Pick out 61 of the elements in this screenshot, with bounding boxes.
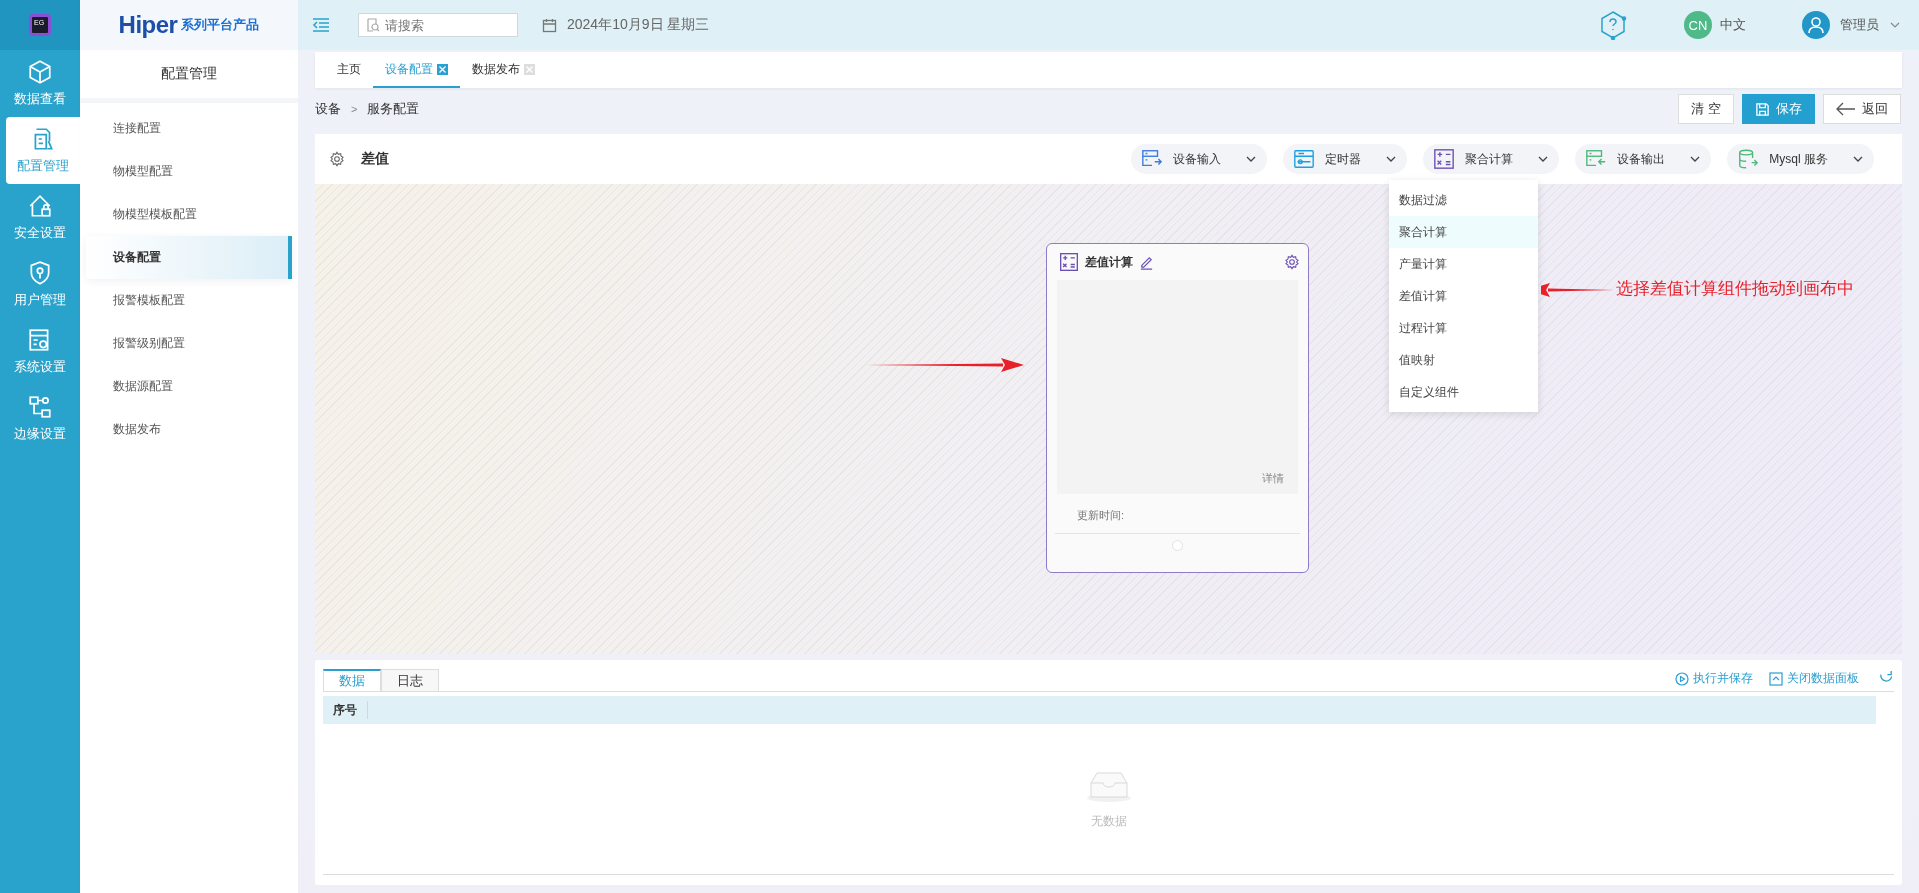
menu-item[interactable]: 过程计算 xyxy=(1389,312,1538,344)
menu-item[interactable]: 值映射 xyxy=(1389,344,1538,376)
menu-item[interactable]: 差值计算 xyxy=(1389,280,1538,312)
component-dropdown[interactable]: 设备输入 xyxy=(1131,144,1268,174)
shield-key-icon xyxy=(27,260,53,286)
house-lock-icon xyxy=(27,193,53,219)
collapse-box-icon xyxy=(1769,671,1783,686)
breadcrumb-item[interactable]: 设备 xyxy=(315,100,341,118)
port-handle[interactable] xyxy=(1172,540,1183,551)
menu-item[interactable]: 产量计算 xyxy=(1389,248,1538,280)
date-text: 2024年10月9日 星期三 xyxy=(567,16,710,34)
database-icon xyxy=(1737,148,1760,170)
breadcrumb-item: 服务配置 xyxy=(367,100,420,118)
component-dropdown[interactable]: 聚合计算 xyxy=(1423,144,1560,174)
menu-item[interactable]: 数据过滤 xyxy=(1389,184,1538,216)
cube-icon xyxy=(27,59,53,85)
menu-item[interactable]: 自定义组件 xyxy=(1389,376,1538,408)
brand-name: Hiper xyxy=(118,11,178,39)
sidebar-item[interactable]: 报警级别配置 xyxy=(86,322,292,365)
component-dropdown[interactable]: 设备输出 xyxy=(1575,144,1712,174)
close-icon[interactable] xyxy=(437,63,448,75)
details-link[interactable]: 详情 xyxy=(1262,471,1284,486)
clear-button[interactable]: 清 空 xyxy=(1678,94,1734,124)
edit-icon[interactable] xyxy=(1139,254,1154,270)
search-field[interactable]: 请搜索 xyxy=(358,13,518,37)
component-dropdown[interactable]: 定时器 xyxy=(1283,144,1408,174)
flow-title: 差值 xyxy=(361,150,389,168)
component-dropdown[interactable]: Mysql 服务 xyxy=(1727,144,1874,174)
page-tab[interactable]: 主页 xyxy=(325,52,373,88)
back-button[interactable]: 返回 xyxy=(1823,94,1901,124)
play-circle-icon xyxy=(1675,671,1689,686)
sidebar-item[interactable]: 数据源配置 xyxy=(86,365,292,408)
column-header: 序号 xyxy=(323,701,368,719)
annotation-text: 选择差值计算组件拖动到画布中 xyxy=(1616,278,1854,300)
user-menu[interactable]: 管理员 xyxy=(1802,11,1901,39)
calculator-icon xyxy=(1059,252,1079,272)
sidebar-item[interactable]: 数据发布 xyxy=(86,408,292,451)
language-label[interactable]: 中文 xyxy=(1720,16,1746,34)
menu-item[interactable]: 聚合计算 xyxy=(1389,216,1538,248)
brand-tagline: 系列平台产品 xyxy=(181,16,260,34)
sidebar-item[interactable]: 物模型配置 xyxy=(86,150,292,193)
page-tab[interactable]: 数据发布 xyxy=(460,52,547,88)
settings-icon xyxy=(329,151,345,167)
user-avatar-icon xyxy=(1802,11,1830,39)
sidebar-item[interactable]: 报警模板配置 xyxy=(86,279,292,322)
help-hexagon-icon[interactable] xyxy=(1598,10,1628,40)
settings-icon[interactable] xyxy=(1284,254,1300,270)
network-nodes-icon xyxy=(27,394,53,420)
calculator-icon xyxy=(1433,148,1456,170)
breadcrumb-separator: > xyxy=(351,103,358,115)
sidebar-item[interactable]: 设备配置 xyxy=(86,236,292,279)
calendar-icon xyxy=(542,17,557,33)
node-card[interactable]: 差值计算 详情 更新时间: xyxy=(1046,243,1309,573)
sidebar-item[interactable]: 物模型模板配置 xyxy=(86,193,292,236)
arrow-left-icon xyxy=(1836,102,1856,116)
node-title: 差值计算 xyxy=(1085,253,1133,271)
panel-tab[interactable]: 日志 xyxy=(381,669,439,691)
empty-state-text: 无数据 xyxy=(1090,812,1127,830)
sidebar-item[interactable]: 连接配置 xyxy=(86,107,292,150)
timer-panel-icon xyxy=(1293,148,1316,170)
update-time-label: 更新时间: xyxy=(1055,494,1300,534)
